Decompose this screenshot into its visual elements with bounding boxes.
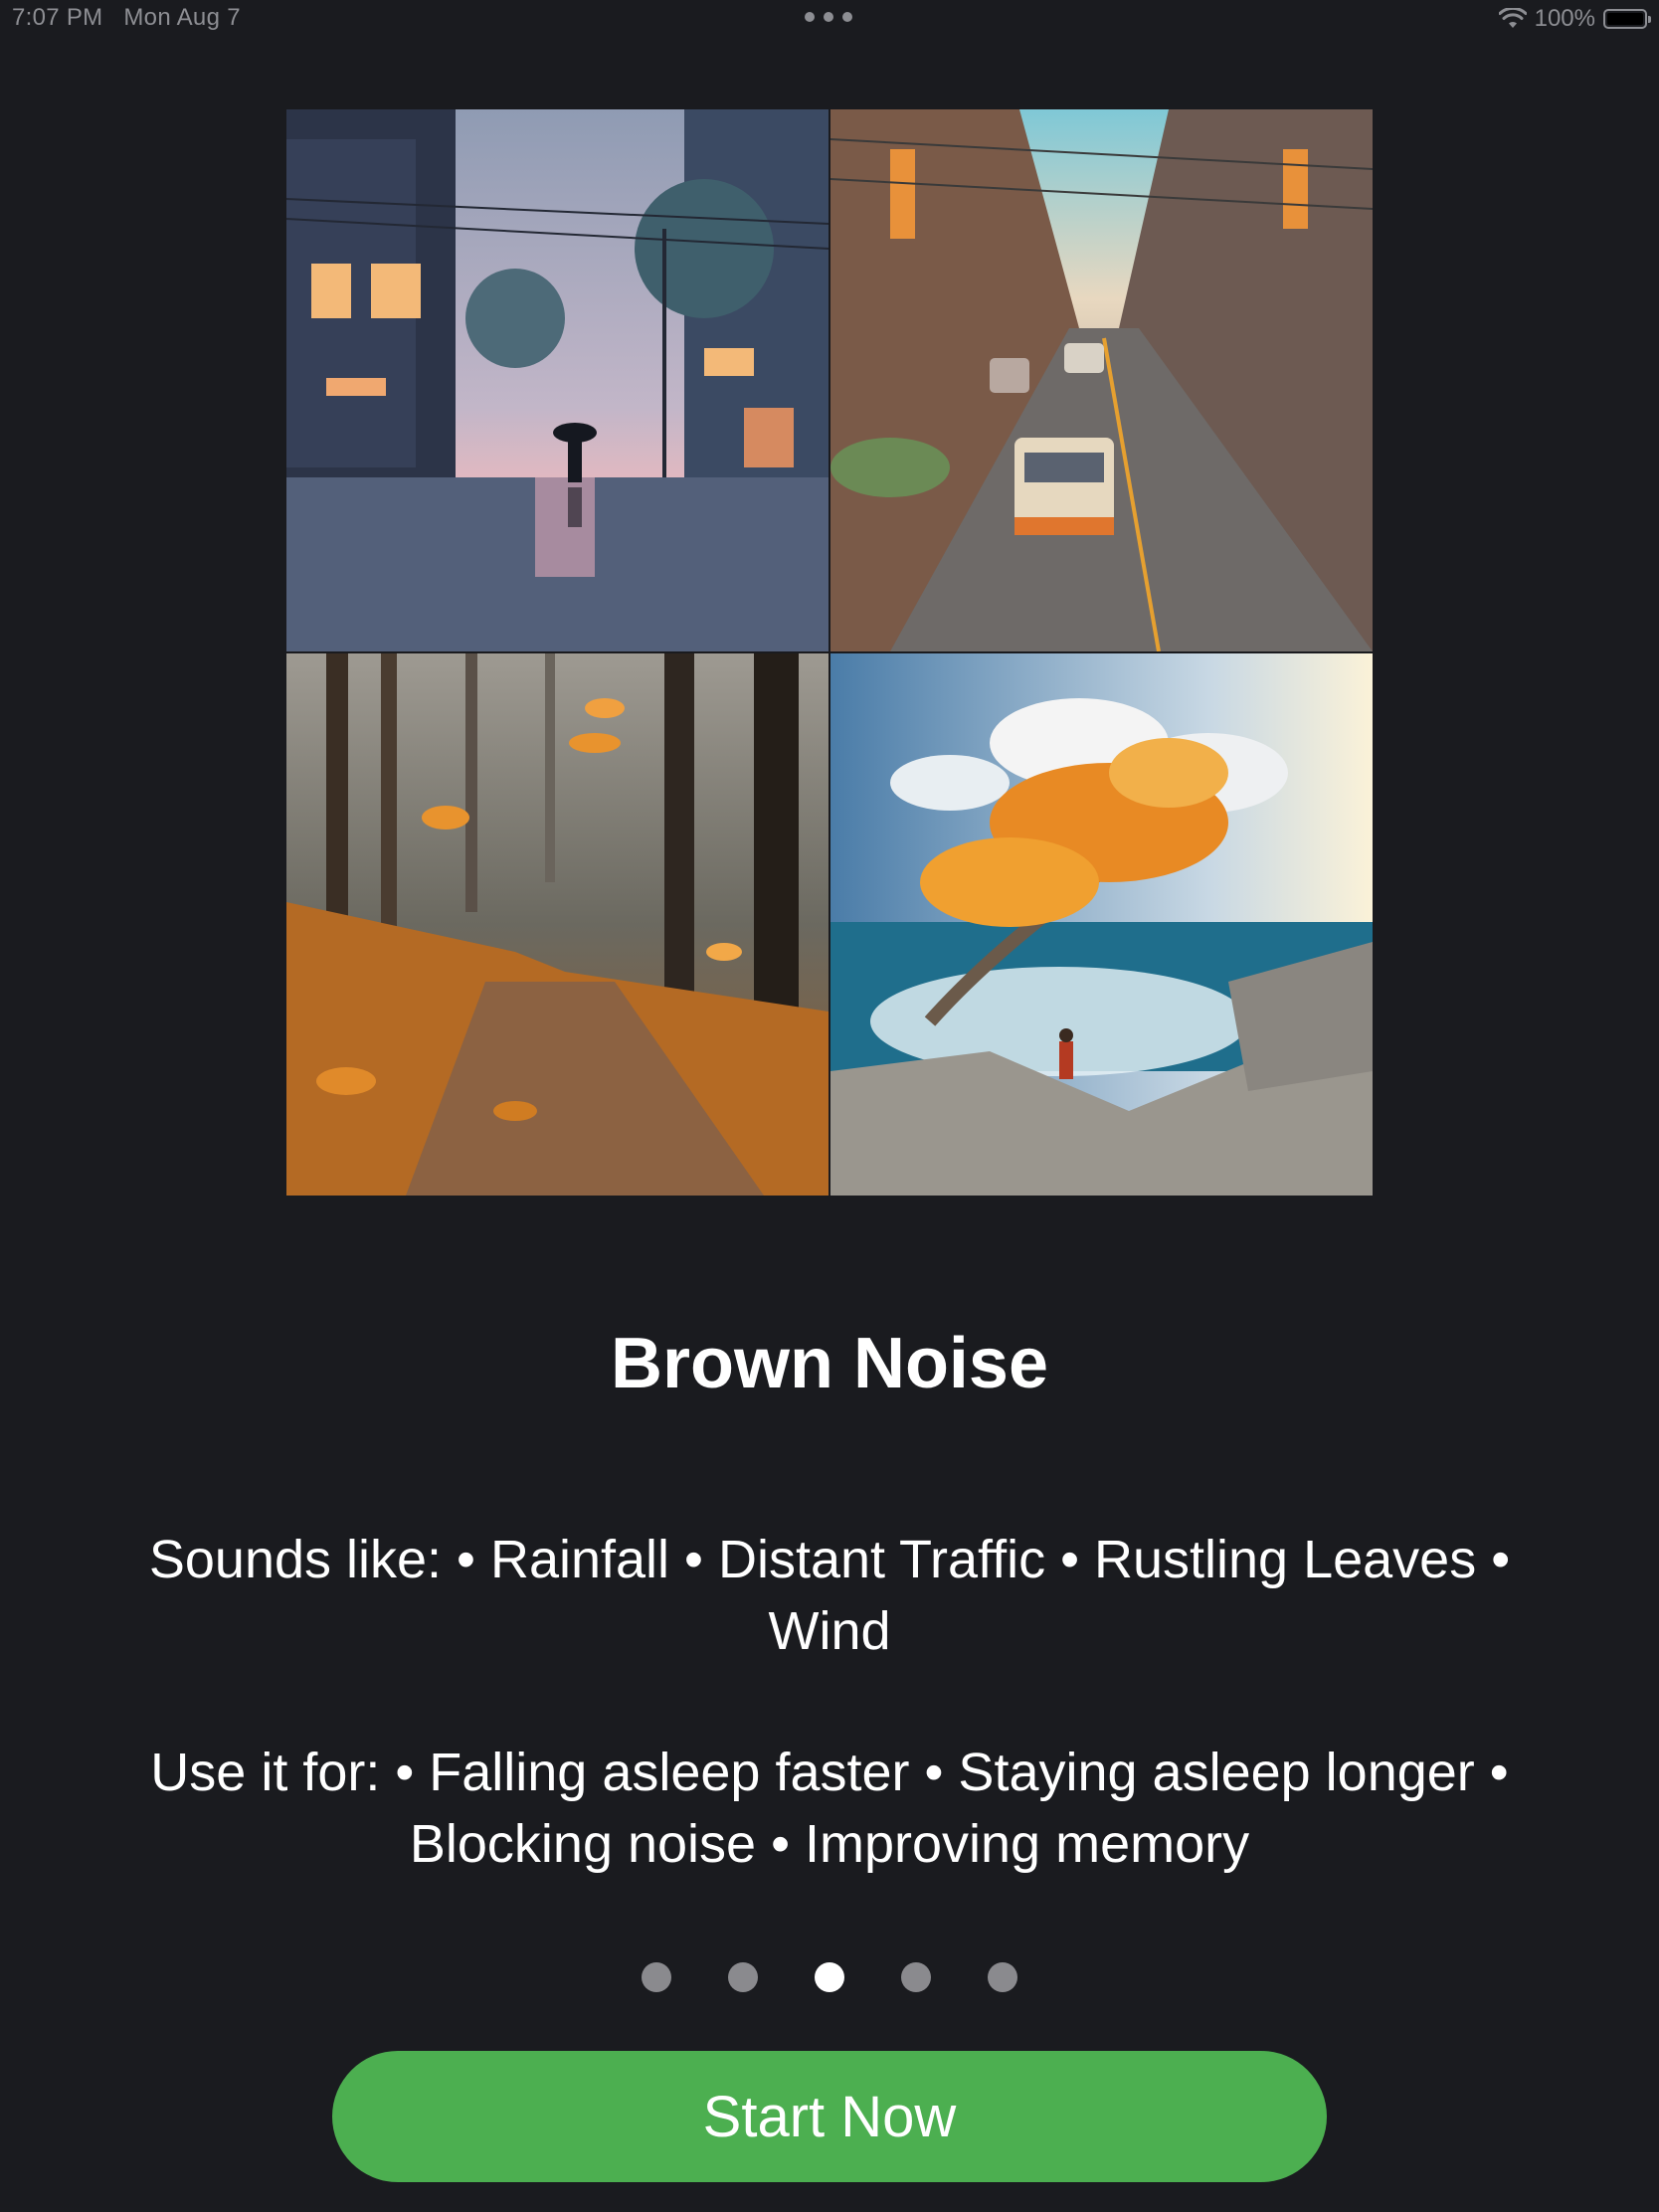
rainy-street-illustration xyxy=(286,109,829,651)
status-time: 7:07 PM Mon Aug 7 xyxy=(12,4,241,32)
sounds-like-text: Sounds like: • Rainfall • Distant Traffi… xyxy=(148,1530,1511,1661)
page-indicator[interactable] xyxy=(0,1962,1659,1992)
illustration-grid xyxy=(286,109,1373,1196)
city-traffic-illustration xyxy=(830,109,1373,651)
page-dot-3-current[interactable] xyxy=(815,1962,844,1992)
use-it-for-text: Use it for: • Falling asleep faster • St… xyxy=(150,1743,1509,1874)
page-dot-5[interactable] xyxy=(988,1962,1017,1992)
page-dot-4[interactable] xyxy=(901,1962,931,1992)
status-time-value: 7:07 PM xyxy=(12,4,103,31)
status-bar: 7:07 PM Mon Aug 7 100% xyxy=(0,0,1659,40)
battery-icon xyxy=(1603,9,1651,29)
more-dots-icon[interactable] xyxy=(805,10,852,24)
wifi-icon xyxy=(1498,8,1527,30)
start-now-button[interactable]: Start Now xyxy=(332,2051,1327,2182)
windy-coast-illustration xyxy=(830,653,1373,1196)
status-indicators: 100% xyxy=(1498,4,1651,34)
autumn-forest-illustration xyxy=(286,653,829,1196)
battery-percentage: 100% xyxy=(1534,5,1595,32)
status-date-value: Mon Aug 7 xyxy=(123,4,241,31)
page-title: Brown Noise xyxy=(610,1324,1049,1403)
page-dot-2[interactable] xyxy=(728,1962,758,1992)
page-dot-1[interactable] xyxy=(642,1962,671,1992)
